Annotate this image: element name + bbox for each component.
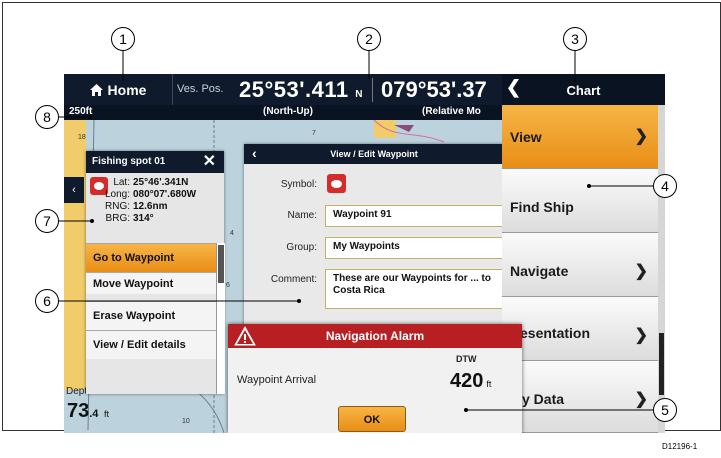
callout-1: 1 <box>111 27 135 51</box>
callout-4: 4 <box>653 174 677 198</box>
callout-6: 6 <box>35 289 59 313</box>
callout-3: 3 <box>563 27 587 51</box>
callout-7: 7 <box>35 209 59 233</box>
document-id: D12196-1 <box>662 442 698 451</box>
callout-2: 2 <box>357 27 381 51</box>
callout-leaders <box>59 51 653 412</box>
callout-8: 8 <box>35 105 59 129</box>
callout-5: 5 <box>653 398 677 422</box>
